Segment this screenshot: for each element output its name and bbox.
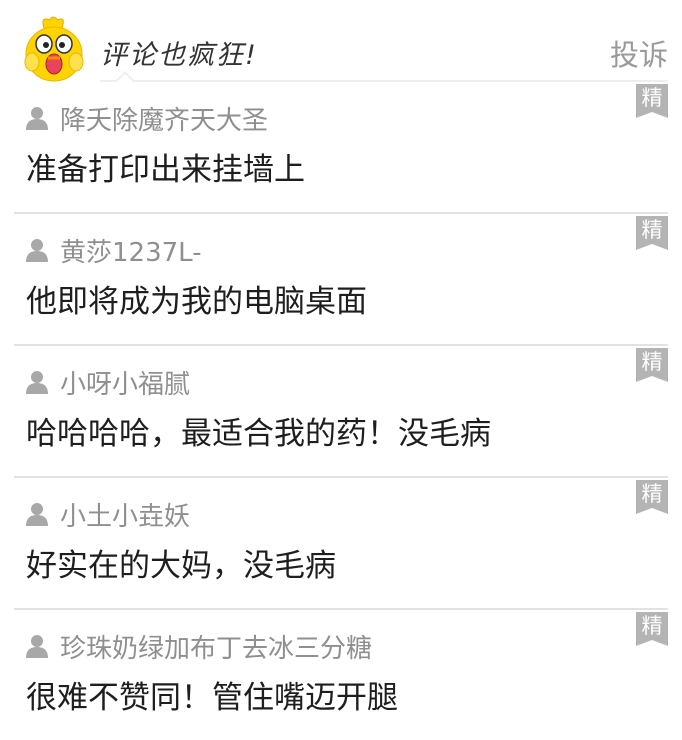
user-icon <box>26 239 48 262</box>
mascot-chick-icon <box>24 16 84 82</box>
featured-badge-label: 精 <box>641 86 663 110</box>
comment-text: 哈哈哈哈，最适合我的药！没毛病 <box>26 416 491 452</box>
header-title: 评论也疯狂! <box>100 40 258 71</box>
comment-username: 小土小垚妖 <box>60 501 191 532</box>
comment-user[interactable]: 珍珠奶绿加布丁去冰三分糖 <box>26 630 373 664</box>
comment-text: 好实在的大妈，没毛病 <box>26 548 336 584</box>
comment-item: 黄莎1237L- 他即将成为我的电脑桌面 精 <box>14 214 668 346</box>
comment-username: 小呀小福腻 <box>60 369 191 400</box>
user-icon <box>26 107 48 130</box>
featured-badge-label: 精 <box>641 218 663 242</box>
comment-user[interactable]: 黄莎1237L- <box>26 234 202 268</box>
comment-user[interactable]: 小呀小福腻 <box>26 366 191 400</box>
comment-username: 珍珠奶绿加布丁去冰三分糖 <box>60 633 373 664</box>
comment-text: 很难不赞同！管住嘴迈开腿 <box>26 680 398 716</box>
comment-text: 他即将成为我的电脑桌面 <box>26 284 367 320</box>
comment-list: 降夭除魔齐天大圣 准备打印出来挂墙上 精 黄莎1237L- 他即将成为我的电脑桌… <box>0 82 682 740</box>
comment-item: 小呀小福腻 哈哈哈哈，最适合我的药！没毛病 精 <box>14 346 668 478</box>
featured-badge-label: 精 <box>641 482 663 506</box>
comment-item: 小土小垚妖 好实在的大妈，没毛病 精 <box>14 478 668 610</box>
user-icon <box>26 503 48 526</box>
comment-text: 准备打印出来挂墙上 <box>26 152 305 188</box>
report-link[interactable]: 投诉 <box>610 32 668 74</box>
comment-username: 黄莎1237L- <box>60 237 202 268</box>
comments-header: 评论也疯狂! 投诉 <box>0 0 682 91</box>
comment-user[interactable]: 小土小垚妖 <box>26 498 191 532</box>
featured-badge-label: 精 <box>641 350 663 374</box>
comment-item: 珍珠奶绿加布丁去冰三分糖 很难不赞同！管住嘴迈开腿 精 <box>14 610 668 740</box>
featured-badge-label: 精 <box>641 614 663 638</box>
user-icon <box>26 635 48 658</box>
comment-item: 降夭除魔齐天大圣 准备打印出来挂墙上 精 <box>14 82 668 214</box>
comment-username: 降夭除魔齐天大圣 <box>60 105 269 136</box>
comment-user[interactable]: 降夭除魔齐天大圣 <box>26 102 269 136</box>
user-icon <box>26 371 48 394</box>
